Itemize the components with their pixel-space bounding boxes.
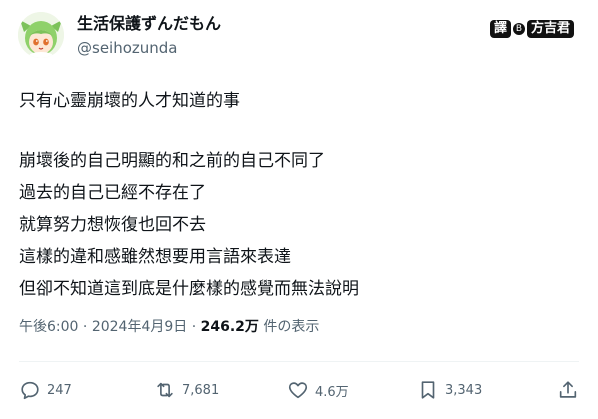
- views-label: 件の表示: [258, 319, 320, 335]
- share-icon: [559, 381, 577, 398]
- tweet-line: 就算努力想恢復也回不去: [19, 215, 206, 235]
- tweet-line: 過去的自己已經不存在了: [19, 183, 206, 203]
- reply-count: 247: [47, 382, 72, 398]
- action-bar: 247 7,681 4.6万 3,343: [19, 376, 579, 404]
- divider: [19, 361, 579, 362]
- watermark-dot: B: [512, 23, 525, 35]
- reply-icon: [21, 381, 39, 400]
- share-button[interactable]: [557, 376, 579, 404]
- tweet-line: 這樣的違和感雖然想要用言語來表達: [19, 247, 291, 267]
- translator-watermark: 譯 B 方吉君: [489, 20, 574, 38]
- tweet-meta: 午後6:00 · 2024年4月9日 · 246.2万 件の表示: [19, 317, 319, 337]
- tweet-line: 崩壞後的自己明顯的和之前的自己不同了: [19, 151, 325, 171]
- retweet-button[interactable]: 7,681: [154, 376, 219, 404]
- reply-button[interactable]: 247: [19, 376, 72, 404]
- bookmark-count: 3,343: [445, 382, 483, 398]
- views-count: 246.2万: [200, 319, 259, 335]
- bookmark-icon: [421, 381, 435, 399]
- like-button[interactable]: 4.6万: [287, 376, 349, 404]
- tweet-line: 但卻不知道這到底是什麼樣的感覺而無法說明: [19, 279, 359, 299]
- watermark-part1: 譯: [489, 20, 511, 38]
- tweet-line: 只有心靈崩壞的人才知道的事: [19, 91, 240, 111]
- heart-icon: [288, 382, 308, 399]
- watermark-part2: 方吉君: [526, 20, 574, 38]
- retweet-icon: [157, 382, 173, 398]
- bookmark-button[interactable]: 3,343: [417, 376, 482, 404]
- like-count: 4.6万: [315, 384, 349, 400]
- tweet-text: 只有心靈崩壞的人才知道的事 崩壞後的自己明顯的和之前的自己不同了 過去的自己已經…: [19, 85, 579, 305]
- tweet-time[interactable]: 午後6:00: [19, 319, 78, 335]
- meta-separator: ·: [78, 319, 92, 335]
- author-handle[interactable]: @seihozunda: [77, 38, 178, 58]
- meta-separator: ·: [187, 319, 201, 335]
- author-display-name[interactable]: 生活保護ずんだもん: [77, 13, 221, 35]
- retweet-count: 7,681: [182, 382, 220, 398]
- tweet-date[interactable]: 2024年4月9日: [92, 319, 187, 335]
- zundamon-avatar-icon: [18, 12, 64, 58]
- avatar[interactable]: [18, 12, 64, 58]
